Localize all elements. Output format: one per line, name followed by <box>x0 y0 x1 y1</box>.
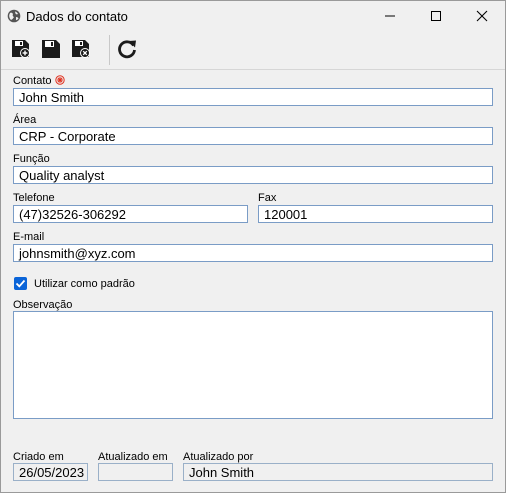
criado-em-label: Criado em <box>13 451 64 463</box>
contato-label: Contato <box>13 75 65 87</box>
contato-field[interactable]: John Smith <box>13 88 493 106</box>
globe-icon <box>7 9 21 23</box>
refresh-button[interactable] <box>115 37 139 61</box>
funcao-field[interactable]: Quality analyst <box>13 166 493 184</box>
fax-label: Fax <box>258 192 277 204</box>
save-close-icon <box>72 40 90 58</box>
close-button[interactable] <box>459 1 505 31</box>
email-label: E-mail <box>13 231 45 243</box>
telefone-field[interactable]: (47)32526-306292 <box>13 205 248 223</box>
funcao-label: Função <box>13 153 50 165</box>
save-new-button[interactable] <box>9 37 33 61</box>
toolbar-separator <box>109 35 110 65</box>
window-title: Dados do contato <box>26 9 128 24</box>
observacao-textarea[interactable] <box>13 311 493 419</box>
refresh-icon <box>118 40 136 59</box>
save-button[interactable] <box>39 37 63 61</box>
atualizado-em-label: Atualizado em <box>98 451 168 463</box>
area-field[interactable]: CRP - Corporate <box>13 127 493 145</box>
minimize-button[interactable] <box>367 1 413 31</box>
required-icon <box>54 75 65 85</box>
minimize-icon <box>385 15 395 17</box>
title-bar: Dados do contato <box>1 1 505 31</box>
close-icon <box>476 10 488 22</box>
toolbar <box>1 31 505 70</box>
atualizado-por-field: John Smith <box>183 463 493 481</box>
save-icon <box>42 40 60 58</box>
contact-dialog: Dados do contato Contato John Smith Área… <box>0 0 506 493</box>
checkmark-icon <box>15 279 26 288</box>
area-label: Área <box>13 114 37 126</box>
atualizado-em-field <box>98 463 173 481</box>
default-checkbox-label[interactable]: Utilizar como padrão <box>34 278 135 290</box>
save-new-icon <box>12 40 30 58</box>
telefone-label: Telefone <box>13 192 55 204</box>
default-checkbox[interactable] <box>14 277 27 290</box>
fax-field[interactable]: 120001 <box>258 205 493 223</box>
criado-em-field: 26/05/2023 <box>13 463 88 481</box>
contato-label-text: Contato <box>13 75 52 87</box>
maximize-icon <box>431 11 441 21</box>
atualizado-por-label: Atualizado por <box>183 451 254 463</box>
observacao-label: Observação <box>13 299 73 311</box>
email-field[interactable]: johnsmith@xyz.com <box>13 244 493 262</box>
maximize-button[interactable] <box>413 1 459 31</box>
save-close-button[interactable] <box>69 37 93 61</box>
